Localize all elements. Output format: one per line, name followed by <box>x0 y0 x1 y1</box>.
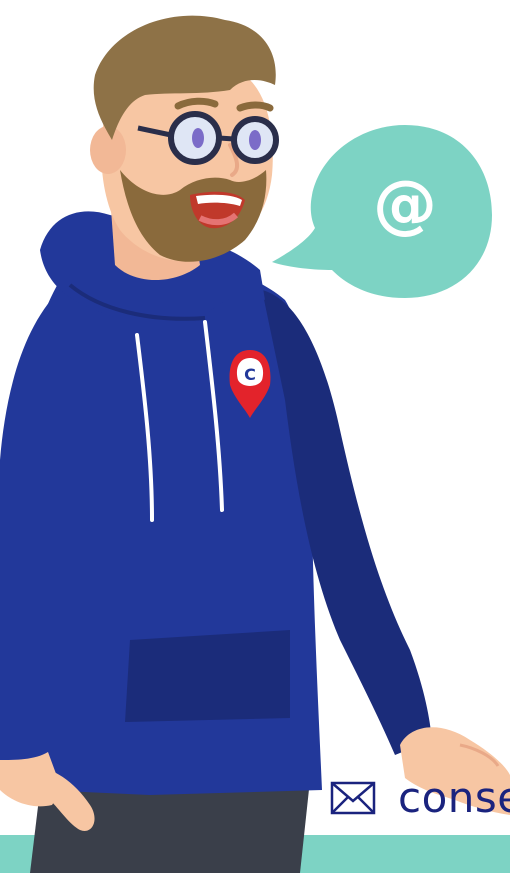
hoodie-pocket <box>125 630 290 722</box>
contact-email-link[interactable]: conse <box>330 772 510 824</box>
mail-icon <box>330 781 376 815</box>
contact-hero: C @ cons <box>0 0 510 873</box>
at-symbol: @ <box>373 168 437 242</box>
ear <box>90 126 126 174</box>
badge-letter: C <box>244 365 256 384</box>
contact-email-text: conse <box>398 773 510 822</box>
